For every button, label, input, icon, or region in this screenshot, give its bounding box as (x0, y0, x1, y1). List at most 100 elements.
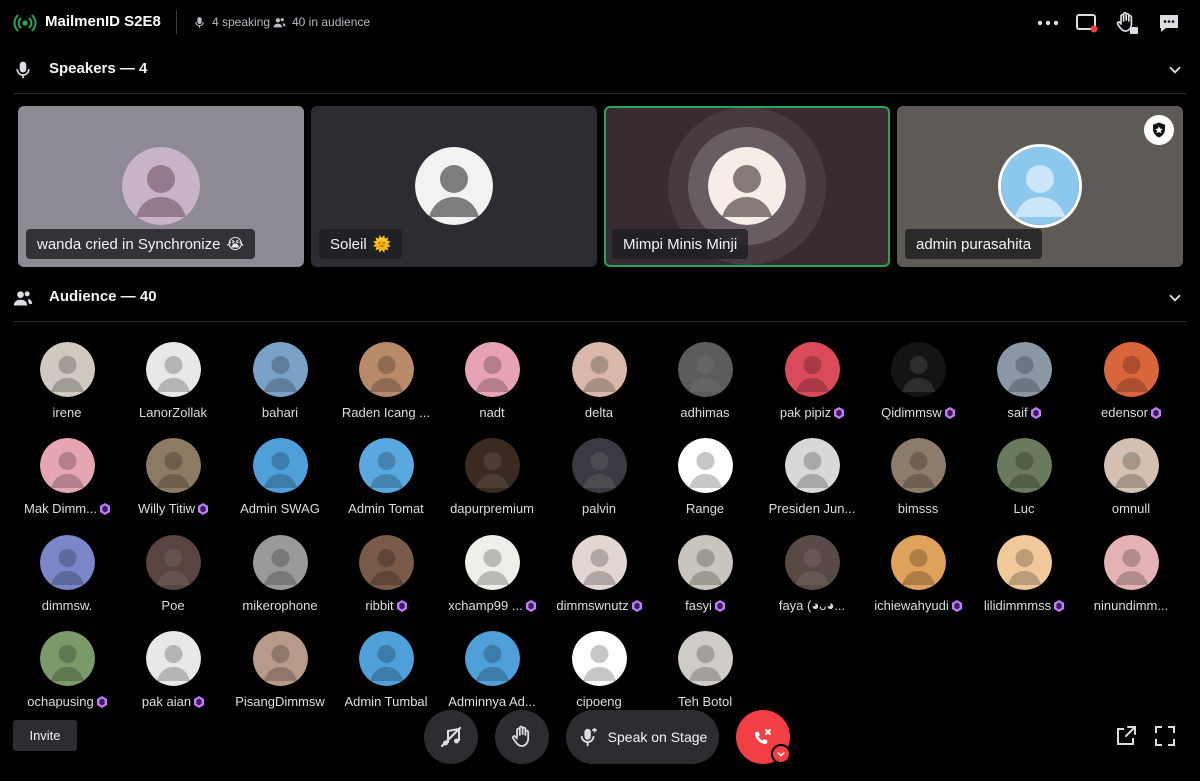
audience-member[interactable]: Presiden Jun... (762, 438, 862, 524)
audience-name-row: Mak Dimm... (17, 501, 117, 516)
audience-name-row: Range (655, 501, 755, 516)
more-options-button[interactable] (1036, 11, 1060, 35)
audience-member[interactable]: irene (17, 342, 117, 428)
audience-name: dimmsw. (41, 598, 93, 613)
audience-member[interactable]: Raden Icang ... (336, 342, 436, 428)
speaker-emoji: 😭 (226, 236, 244, 253)
audience-member[interactable]: bahari (230, 342, 330, 428)
audience-name-row: fasyi (655, 598, 755, 613)
audience-member[interactable]: dapurpremium (442, 438, 542, 524)
audience-member[interactable]: nadt (442, 342, 542, 428)
ellipsis-icon (1037, 20, 1059, 26)
audience-member[interactable]: omnull (1081, 438, 1181, 524)
sound-toggle-button[interactable] (424, 710, 478, 764)
audience-member[interactable]: saif (974, 342, 1074, 428)
audience-member[interactable]: xchamp99 ... (442, 535, 542, 621)
audience-name: Admin Tomat (348, 501, 424, 516)
audience-member[interactable]: edensor (1081, 342, 1181, 428)
audience-member[interactable]: mikerophone (230, 535, 330, 621)
audience-member[interactable]: Range (655, 438, 755, 524)
audience-member[interactable]: Willy Titiw (123, 438, 223, 524)
speaker-tile[interactable]: Soleil 🌞 (311, 106, 597, 267)
audience-name: ribbit (365, 598, 394, 613)
audience-name: adhimas (680, 405, 730, 420)
audience-member[interactable]: palvin (549, 438, 649, 524)
audience-text: 40 in audience (292, 15, 371, 29)
avatar (359, 631, 414, 686)
audience-member[interactable]: Admin SWAG (230, 438, 330, 524)
audience-name-row: bimsss (868, 501, 968, 516)
avatar (997, 535, 1052, 590)
speakers-label: Speakers — 4 (49, 60, 148, 77)
audience-name-row: Adminnya Ad... (442, 694, 542, 709)
audience-member[interactable]: fasyi (655, 535, 755, 621)
audience-member[interactable]: dimmswnutz (549, 535, 649, 621)
hand-request-list-button[interactable] (1115, 11, 1139, 35)
fullscreen-icon[interactable] (1153, 724, 1177, 748)
audience-member[interactable]: faya (◕ᴗ◕... (762, 535, 862, 621)
audience-name-row: Presiden Jun... (762, 501, 862, 516)
avatar (146, 631, 201, 686)
audience-name: xchamp99 ... (448, 598, 523, 613)
audience-name-row: mikerophone (230, 598, 330, 613)
audience-header[interactable]: Audience — 40 (0, 277, 1200, 317)
avatar (678, 342, 733, 397)
phone-hangup-icon (755, 729, 771, 744)
audience-count: 40 in audience (273, 15, 370, 29)
audience-name: mikerophone (242, 598, 318, 613)
audience-name: ninundimm... (1093, 598, 1169, 613)
audience-name-row: ribbit (336, 598, 436, 613)
audience-member[interactable]: Admin Tomat (336, 438, 436, 524)
audience-member[interactable]: adhimas (655, 342, 755, 428)
speaker-tile[interactable]: Mimpi Minis Minji (604, 106, 890, 267)
audience-name: pak aian (141, 694, 192, 709)
audience-name-row: Admin SWAG (230, 501, 330, 516)
audience-member[interactable]: Adminnya Ad... (442, 631, 542, 717)
audience-member[interactable]: pak aian (123, 631, 223, 717)
audience-member[interactable]: ninundimm... (1081, 535, 1181, 621)
leave-options-button[interactable] (771, 744, 791, 764)
speaker-tile[interactable]: admin purasahita (897, 106, 1183, 267)
speak-on-stage-button[interactable]: Speak on Stage (566, 710, 719, 764)
audience-member[interactable]: Luc (974, 438, 1074, 524)
audience-name: cipoeng (576, 694, 622, 709)
speaker-name: Soleil (330, 235, 367, 253)
audience-member[interactable]: Mak Dimm... (17, 438, 117, 524)
audience-member[interactable]: Qidimmsw (868, 342, 968, 428)
audience-name-row: dapurpremium (442, 501, 542, 516)
audience-member[interactable]: delta (549, 342, 649, 428)
invite-button[interactable]: Invite (13, 720, 77, 751)
popout-button[interactable] (1075, 11, 1099, 35)
audience-member[interactable]: dimmsw. (17, 535, 117, 621)
shield-star-icon (1153, 122, 1165, 138)
chevron-down-icon[interactable] (1166, 61, 1184, 79)
audience-member[interactable]: lilidimmmss (974, 535, 1074, 621)
audience-name: irene (52, 405, 82, 420)
speaking-count: 4 speaking (193, 15, 270, 29)
avatar (678, 631, 733, 686)
audience-member[interactable]: ochapusing (17, 631, 117, 717)
top-bar: MailmenID S2E8 4 speaking 40 in audience (0, 0, 1200, 46)
speaker-tile[interactable]: wanda cried in Synchronize 😭 (18, 106, 304, 267)
chat-button[interactable] (1157, 11, 1181, 35)
audience-member[interactable]: PisangDimmsw (230, 631, 330, 717)
popout-icon[interactable] (1114, 724, 1138, 748)
chevron-down-icon[interactable] (1166, 289, 1184, 307)
audience-member[interactable]: Poe (123, 535, 223, 621)
speaker-name-tag: wanda cried in Synchronize 😭 (26, 229, 255, 259)
avatar (1104, 342, 1159, 397)
audience-member[interactable]: cipoeng (549, 631, 649, 717)
audience-member[interactable]: Admin Tumbal (336, 631, 436, 717)
avatar (146, 342, 201, 397)
audience-member[interactable]: Teh Botol (655, 631, 755, 717)
audience-member[interactable]: bimsss (868, 438, 968, 524)
speaker-name-tag: Soleil 🌞 (319, 229, 403, 259)
audience-member[interactable]: pak pipiz (762, 342, 862, 428)
audience-member[interactable]: LanorZollak (123, 342, 223, 428)
speakers-header[interactable]: Speakers — 4 (0, 49, 1200, 89)
audience-member[interactable]: ichiewahyudi (868, 535, 968, 621)
moderator-badge (1144, 115, 1174, 145)
raise-hand-button[interactable] (495, 710, 549, 764)
audience-member[interactable]: ribbit (336, 535, 436, 621)
audience-name: Willy Titiw (137, 501, 196, 516)
